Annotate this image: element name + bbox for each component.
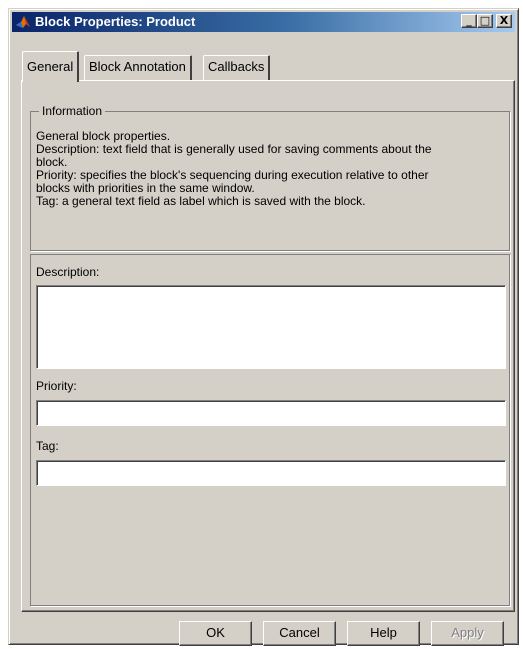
tag-label: Tag: <box>36 439 59 453</box>
ok-button[interactable]: OK <box>179 621 252 646</box>
minimize-button[interactable]: _ <box>461 14 477 28</box>
info-line: Description: text field that is generall… <box>36 142 432 156</box>
title-bar[interactable]: Block Properties: Product _ □ X <box>12 12 515 32</box>
description-label: Description: <box>36 265 100 279</box>
tab-callbacks[interactable]: Callbacks <box>203 55 271 80</box>
maximize-button[interactable]: □ <box>477 14 493 28</box>
information-text: General block properties. Description: t… <box>36 130 506 208</box>
cancel-button[interactable]: Cancel <box>263 621 336 646</box>
parameters-group: Description: Priority: Tag: <box>30 254 510 606</box>
priority-field[interactable] <box>36 400 506 426</box>
tab-block-annotation[interactable]: Block Annotation <box>84 55 192 80</box>
description-field[interactable] <box>36 285 506 369</box>
apply-button[interactable]: Apply <box>431 621 504 646</box>
info-line: Tag: a general text field as label which… <box>36 194 366 208</box>
tag-field[interactable] <box>36 460 506 486</box>
tab-general[interactable]: General <box>22 51 80 82</box>
matlab-logo-icon <box>16 16 30 28</box>
window-title: Block Properties: Product <box>35 14 196 29</box>
close-button[interactable]: X <box>496 14 512 28</box>
priority-label: Priority: <box>36 379 77 393</box>
dialog-window: Block Properties: Product _ □ X General … <box>8 8 519 646</box>
information-group: Information General block properties. De… <box>30 104 510 251</box>
general-tab-panel: Information General block properties. De… <box>21 80 515 612</box>
help-button[interactable]: Help <box>347 621 420 646</box>
information-legend: Information <box>39 104 106 118</box>
